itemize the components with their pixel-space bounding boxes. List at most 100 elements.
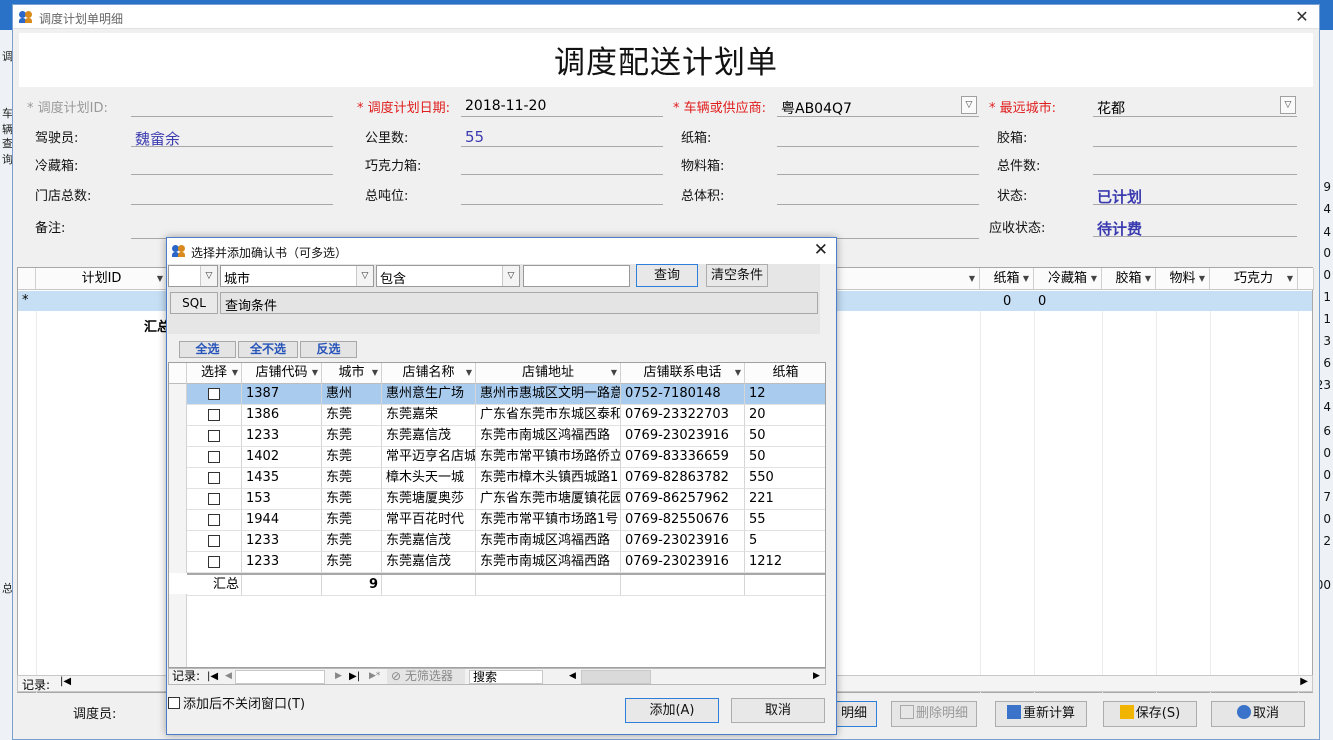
table-row[interactable]: 1386 东莞 东莞嘉荣 广东省东莞市东城区泰和 0769-23322703 20 xyxy=(187,405,825,426)
table-row[interactable]: 1387 惠州 惠州意生广场 惠州市惠城区文明一路意 0752-7180148 12 xyxy=(187,384,825,405)
sort-arrow-icon[interactable]: ▼ xyxy=(372,363,378,383)
cell-name[interactable]: 惠州意生广场 xyxy=(382,384,476,405)
grid-header-material[interactable]: 物料 ▼ xyxy=(1156,268,1210,290)
cell-paper[interactable]: 12 xyxy=(745,384,825,405)
header-paper-box[interactable]: 纸箱 xyxy=(745,363,825,384)
search-input[interactable]: 搜索 xyxy=(469,670,543,684)
cell-city[interactable]: 东莞 xyxy=(322,510,382,531)
sql-condition-box[interactable]: 查询条件 xyxy=(220,292,818,314)
grid-header-rubber-box[interactable]: 胶箱 ▼ xyxy=(1102,268,1156,290)
rubber-box-field[interactable] xyxy=(1093,125,1297,147)
driver-field[interactable]: 魏畲余 xyxy=(131,125,333,147)
remark-field[interactable] xyxy=(131,217,979,239)
cell-phone[interactable]: 0769-86257962 xyxy=(621,489,745,510)
cell-code[interactable]: 1233 xyxy=(242,552,322,573)
sort-arrow-icon[interactable]: ▼ xyxy=(466,363,472,383)
cell-name[interactable]: 常平迈亨名店城 xyxy=(382,447,476,468)
row-checkbox[interactable] xyxy=(208,514,220,526)
sql-button[interactable]: SQL xyxy=(170,292,218,314)
detail-button[interactable]: 明细 xyxy=(831,701,877,727)
cell-name[interactable]: 东莞嘉荣 xyxy=(382,405,476,426)
cell-city[interactable]: 东莞 xyxy=(322,468,382,489)
cell-code[interactable]: 1233 xyxy=(242,426,322,447)
select-all-button[interactable]: 全选 xyxy=(179,341,236,358)
cell-paper-box[interactable]: 0 xyxy=(1003,294,1011,309)
chevron-down-icon[interactable]: ▽ xyxy=(356,266,373,286)
cell-name[interactable]: 常平百花时代 xyxy=(382,510,476,531)
cell-phone[interactable]: 0769-23023916 xyxy=(621,531,745,552)
cell-name[interactable]: 东莞塘厦奥莎 xyxy=(382,489,476,510)
keep-open-checkbox[interactable] xyxy=(168,697,180,709)
chevron-down-icon[interactable]: ▽ xyxy=(502,266,519,286)
cell-cold-box[interactable]: 0 xyxy=(1038,294,1046,309)
cell-code[interactable]: 1386 xyxy=(242,405,322,426)
table-row[interactable]: 1402 东莞 常平迈亨名店城 东莞市常平镇市场路侨立 0769-83336659 50 xyxy=(187,447,825,468)
row-checkbox[interactable] xyxy=(208,472,220,484)
main-close-icon[interactable]: ✕ xyxy=(1293,7,1311,26)
table-row[interactable]: 1233 东莞 东莞嘉信茂 东莞市南城区鸿福西路 0769-23023916 1212 xyxy=(187,552,825,573)
cell-paper[interactable]: 50 xyxy=(745,426,825,447)
scroll-right-icon[interactable]: ▶ xyxy=(1300,676,1308,687)
save-button[interactable]: 保存(S) xyxy=(1103,701,1197,727)
filter-value-input[interactable] xyxy=(523,265,630,287)
sort-arrow-icon[interactable]: ▼ xyxy=(1091,268,1097,289)
header-store-phone[interactable]: 店铺联系电话 ▼ xyxy=(621,363,745,384)
scroll-right-icon[interactable]: ▶ xyxy=(813,669,820,684)
sort-arrow-icon[interactable]: ▼ xyxy=(1145,268,1151,289)
recalc-button[interactable]: 重新计算 xyxy=(995,701,1087,727)
row-checkbox[interactable] xyxy=(208,493,220,505)
query-button[interactable]: 查询 xyxy=(636,264,698,287)
add-button[interactable]: 添加(A) xyxy=(625,698,719,723)
row-checkbox[interactable] xyxy=(208,451,220,463)
cell-city[interactable]: 东莞 xyxy=(322,426,382,447)
field-select[interactable]: 城市 ▽ xyxy=(220,265,374,287)
cell-name[interactable]: 东莞嘉信茂 xyxy=(382,552,476,573)
table-row[interactable]: 1233 东莞 东莞嘉信茂 东莞市南城区鸿福西路 0769-23023916 50 xyxy=(187,426,825,447)
new-record-icon[interactable]: ▶* xyxy=(369,669,380,684)
cell-address[interactable]: 东莞市常平镇市场路1号 xyxy=(476,510,621,531)
total-volume-field[interactable] xyxy=(777,183,979,205)
first-record-icon[interactable]: |◀ xyxy=(207,669,218,684)
sort-arrow-icon[interactable]: ▼ xyxy=(232,363,238,383)
farthest-city-dropdown-icon[interactable]: ▽ xyxy=(1280,96,1296,114)
next-record-icon[interactable]: ▶ xyxy=(335,669,342,684)
sort-arrow-icon[interactable]: ▼ xyxy=(1199,268,1205,289)
last-record-icon[interactable]: ▶| xyxy=(349,669,360,684)
cell-paper[interactable]: 550 xyxy=(745,468,825,489)
header-store-address[interactable]: 店铺地址 ▼ xyxy=(476,363,621,384)
cell-paper[interactable]: 1212 xyxy=(745,552,825,573)
cell-code[interactable]: 153 xyxy=(242,489,322,510)
row-checkbox[interactable] xyxy=(208,388,220,400)
sort-arrow-icon[interactable]: ▼ xyxy=(1287,268,1293,289)
cell-name[interactable]: 东莞嘉信茂 xyxy=(382,531,476,552)
total-pieces-field[interactable] xyxy=(1093,153,1297,175)
cell-code[interactable]: 1387 xyxy=(242,384,322,405)
delete-detail-button[interactable]: 删除明细 xyxy=(891,701,977,727)
cell-city[interactable]: 东莞 xyxy=(322,405,382,426)
header-city[interactable]: 城市 ▼ xyxy=(322,363,382,384)
cell-name[interactable]: 樟木头天一城 xyxy=(382,468,476,489)
cell-paper[interactable]: 55 xyxy=(745,510,825,531)
cell-phone[interactable]: 0752-7180148 xyxy=(621,384,745,405)
cell-city[interactable]: 东莞 xyxy=(322,552,382,573)
cold-box-field[interactable] xyxy=(131,153,333,175)
table-row[interactable]: 1435 东莞 樟木头天一城 东莞市樟木头镇西城路1 0769-82863782 550 xyxy=(187,468,825,489)
select-none-button[interactable]: 全不选 xyxy=(238,341,298,358)
plan-date-field[interactable]: 2018-11-20 xyxy=(461,95,663,117)
km-field[interactable]: 55 xyxy=(461,125,663,147)
plan-id-field[interactable] xyxy=(131,95,333,117)
scroll-left-icon[interactable]: ◀ xyxy=(569,669,576,684)
row-checkbox[interactable] xyxy=(208,430,220,442)
table-row[interactable]: 1944 东莞 常平百花时代 东莞市常平镇市场路1号 0769-82550676 55 xyxy=(187,510,825,531)
grid-header-chocolate[interactable]: 巧克力 ▼ xyxy=(1210,268,1298,290)
cell-address[interactable]: 东莞市樟木头镇西城路1 xyxy=(476,468,621,489)
cell-phone[interactable]: 0769-82863782 xyxy=(621,468,745,489)
prev-record-icon[interactable]: ◀ xyxy=(225,669,232,684)
first-record-icon[interactable]: |◀ xyxy=(60,676,71,687)
row-checkbox[interactable] xyxy=(208,556,220,568)
row-checkbox[interactable] xyxy=(208,535,220,547)
cell-phone[interactable]: 0769-83336659 xyxy=(621,447,745,468)
total-tonnage-field[interactable] xyxy=(461,183,663,205)
cell-paper[interactable]: 50 xyxy=(745,447,825,468)
operator-select[interactable]: 包含 ▽ xyxy=(376,265,520,287)
